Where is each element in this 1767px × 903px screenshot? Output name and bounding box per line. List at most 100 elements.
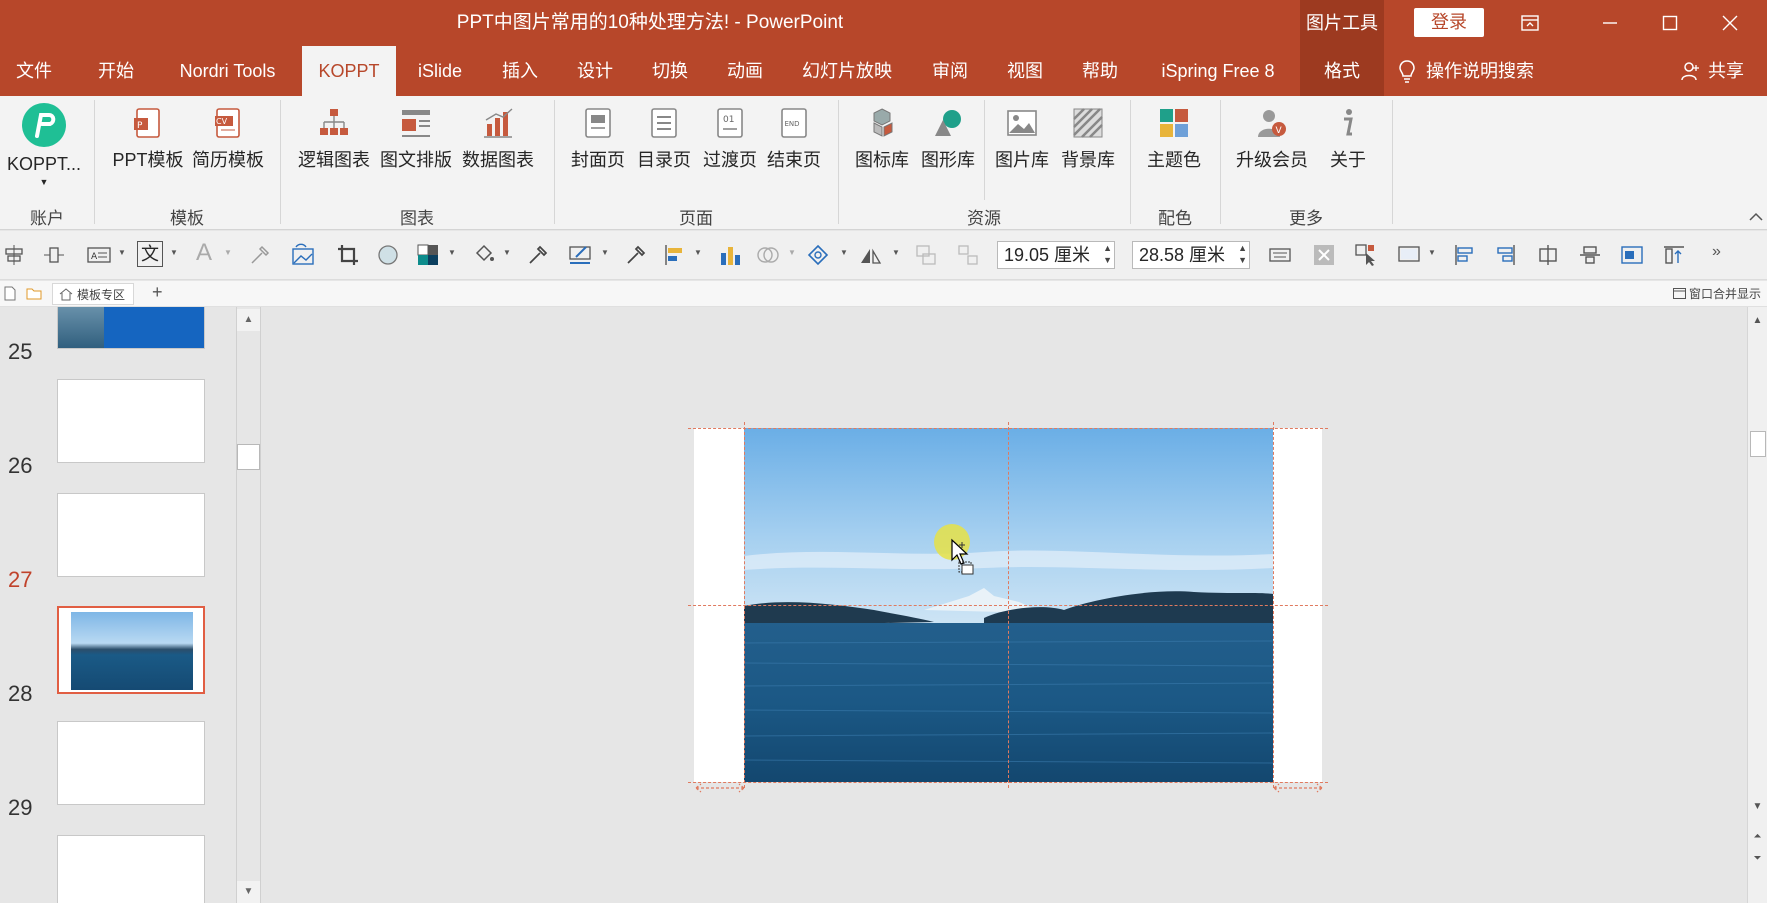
scroll-up-icon[interactable]: ▲ bbox=[237, 309, 260, 331]
height-input[interactable]: 19.05 厘米 ▲ ▼ bbox=[997, 241, 1115, 269]
theme-color-button[interactable]: 主题色 bbox=[1142, 106, 1206, 172]
change-picture-icon[interactable] bbox=[290, 243, 318, 267]
icon-library-button[interactable]: 图标库 bbox=[850, 106, 914, 172]
height-stepper[interactable]: ▲ ▼ bbox=[1103, 242, 1112, 266]
scrollbar-thumb[interactable] bbox=[1750, 431, 1766, 457]
chevron-down-icon[interactable]: ▼ bbox=[694, 248, 702, 257]
collapse-ribbon-icon[interactable] bbox=[1749, 209, 1763, 225]
background-library-button[interactable]: 背景库 bbox=[1056, 106, 1120, 172]
font-color-button[interactable]: A bbox=[196, 239, 212, 267]
scroll-up-icon[interactable]: ▲ bbox=[1748, 315, 1767, 326]
cover-page-button[interactable]: 封面页 bbox=[566, 106, 630, 172]
next-slide-icon[interactable]: ⏷ bbox=[1748, 853, 1767, 864]
text-layout-button[interactable]: 图文排版 bbox=[378, 106, 454, 172]
distribute-top-icon[interactable] bbox=[1662, 243, 1686, 267]
new-file-icon[interactable] bbox=[4, 286, 16, 301]
tell-me-search[interactable]: 操作说明搜索 bbox=[1398, 46, 1534, 96]
editor-vertical-scrollbar[interactable]: ▲ ▼ ⏶ ⏷ bbox=[1747, 307, 1767, 903]
align-bottom-icon[interactable] bbox=[2, 243, 26, 267]
paint-bucket-icon[interactable] bbox=[472, 243, 496, 267]
chevron-down-icon[interactable]: ▼ bbox=[840, 248, 848, 257]
tab-islide[interactable]: iSlide bbox=[404, 46, 476, 96]
thumbnail-scrollbar[interactable]: ▲ ▼ bbox=[236, 307, 261, 903]
tab-slideshow[interactable]: 幻灯片放映 bbox=[793, 46, 901, 96]
tab-view[interactable]: 视图 bbox=[991, 46, 1059, 96]
group-icon[interactable] bbox=[914, 243, 938, 267]
add-tab-button[interactable]: + bbox=[152, 282, 163, 303]
share-button[interactable]: 共享 bbox=[1680, 46, 1744, 96]
tab-ispring[interactable]: iSpring Free 8 bbox=[1148, 46, 1288, 96]
keyboard-icon[interactable] bbox=[1268, 243, 1292, 267]
tab-file[interactable]: 文件 bbox=[0, 46, 68, 96]
resume-template-button[interactable]: CV 简历模板 bbox=[190, 106, 266, 172]
chevron-down-icon[interactable]: ▼ bbox=[448, 248, 456, 257]
slide-thumbnail-29[interactable] bbox=[57, 835, 205, 903]
ppt-template-button[interactable]: P PPT模板 bbox=[110, 106, 186, 172]
align-left-icon[interactable] bbox=[1452, 243, 1476, 267]
toc-page-button[interactable]: 目录页 bbox=[632, 106, 696, 172]
more-options-icon[interactable]: » bbox=[1712, 243, 1721, 261]
tab-nordri-tools[interactable]: Nordri Tools bbox=[160, 46, 295, 96]
tab-animations[interactable]: 动画 bbox=[711, 46, 779, 96]
shape-fill-circle-icon[interactable] bbox=[376, 243, 400, 267]
slide-size-icon[interactable] bbox=[1396, 243, 1424, 267]
slide-thumbnail-26[interactable] bbox=[57, 493, 205, 577]
maximize-button[interactable] bbox=[1640, 0, 1700, 46]
chevron-down-icon[interactable]: ▼ bbox=[118, 248, 126, 257]
edit-shape-icon[interactable] bbox=[806, 243, 830, 267]
picture-position-icon[interactable] bbox=[1620, 243, 1644, 267]
tab-review[interactable]: 审阅 bbox=[916, 46, 984, 96]
tab-koppt[interactable]: KOPPT bbox=[302, 46, 396, 96]
select-objects-icon[interactable] bbox=[1354, 243, 1378, 267]
chevron-down-icon[interactable]: ▼ bbox=[503, 248, 511, 257]
tab-transitions[interactable]: 切换 bbox=[636, 46, 704, 96]
previous-slide-icon[interactable]: ⏶ bbox=[1748, 831, 1767, 842]
slide-thumbnail-27[interactable] bbox=[57, 606, 205, 694]
chevron-down-icon[interactable]: ▼ bbox=[788, 248, 796, 257]
delete-box-icon[interactable] bbox=[1312, 243, 1336, 267]
tab-design[interactable]: 设计 bbox=[561, 46, 629, 96]
bar-chart-icon[interactable] bbox=[718, 243, 742, 267]
rotate-icon[interactable] bbox=[858, 243, 882, 267]
align-middle-icon[interactable] bbox=[1578, 243, 1602, 267]
merge-shapes-icon[interactable] bbox=[756, 243, 780, 267]
chevron-down-icon[interactable]: ▼ bbox=[601, 248, 609, 257]
text-direction-button[interactable]: 文 bbox=[137, 241, 163, 267]
data-chart-button[interactable]: 数据图表 bbox=[460, 106, 536, 172]
tab-help[interactable]: 帮助 bbox=[1066, 46, 1134, 96]
chevron-down-icon[interactable]: ▼ bbox=[892, 248, 900, 257]
ribbon-display-options-button[interactable] bbox=[1500, 0, 1560, 46]
transition-page-button[interactable]: 01 过渡页 bbox=[698, 106, 762, 172]
upgrade-member-button[interactable]: V 升级会员 bbox=[1234, 106, 1310, 172]
eyedropper-icon[interactable] bbox=[624, 243, 648, 267]
folder-icon[interactable] bbox=[26, 287, 42, 300]
ungroup-icon[interactable] bbox=[956, 243, 980, 267]
merge-window-button[interactable]: 窗口合并显示 bbox=[1672, 281, 1761, 307]
about-button[interactable]: 关于 bbox=[1316, 106, 1380, 172]
crop-icon[interactable] bbox=[336, 243, 360, 267]
scroll-down-icon[interactable]: ▼ bbox=[237, 881, 260, 903]
width-input[interactable]: 28.58 厘米 ▲ ▼ bbox=[1132, 241, 1250, 269]
tab-insert[interactable]: 插入 bbox=[486, 46, 554, 96]
tab-format[interactable]: 格式 bbox=[1300, 46, 1384, 96]
chevron-down-icon[interactable]: ▼ bbox=[1428, 248, 1436, 257]
text-box-icon[interactable]: A bbox=[86, 243, 114, 267]
close-button[interactable] bbox=[1700, 0, 1760, 46]
scrollbar-thumb[interactable] bbox=[237, 444, 260, 470]
align-left-icon[interactable] bbox=[662, 243, 686, 267]
slide-thumbnail-24[interactable] bbox=[57, 307, 205, 349]
slide-thumbnail-28[interactable] bbox=[57, 721, 205, 805]
koppt-account-button[interactable]: KOPPT... ▼ bbox=[6, 102, 82, 189]
minimize-button[interactable] bbox=[1580, 0, 1640, 46]
distribute-icon[interactable] bbox=[42, 243, 66, 267]
eyedropper-icon[interactable] bbox=[526, 243, 550, 267]
shape-library-button[interactable]: 图形库 bbox=[916, 106, 980, 172]
chevron-down-icon[interactable]: ▼ bbox=[224, 248, 232, 257]
color-fill-icon[interactable] bbox=[416, 243, 440, 267]
picture-library-button[interactable]: 图片库 bbox=[990, 106, 1054, 172]
align-right-icon[interactable] bbox=[1494, 243, 1518, 267]
logic-chart-button[interactable]: 逻辑图表 bbox=[296, 106, 372, 172]
document-tab[interactable]: 模板专区 bbox=[52, 283, 135, 305]
tab-home[interactable]: 开始 bbox=[82, 46, 150, 96]
align-center-icon[interactable] bbox=[1536, 243, 1560, 267]
